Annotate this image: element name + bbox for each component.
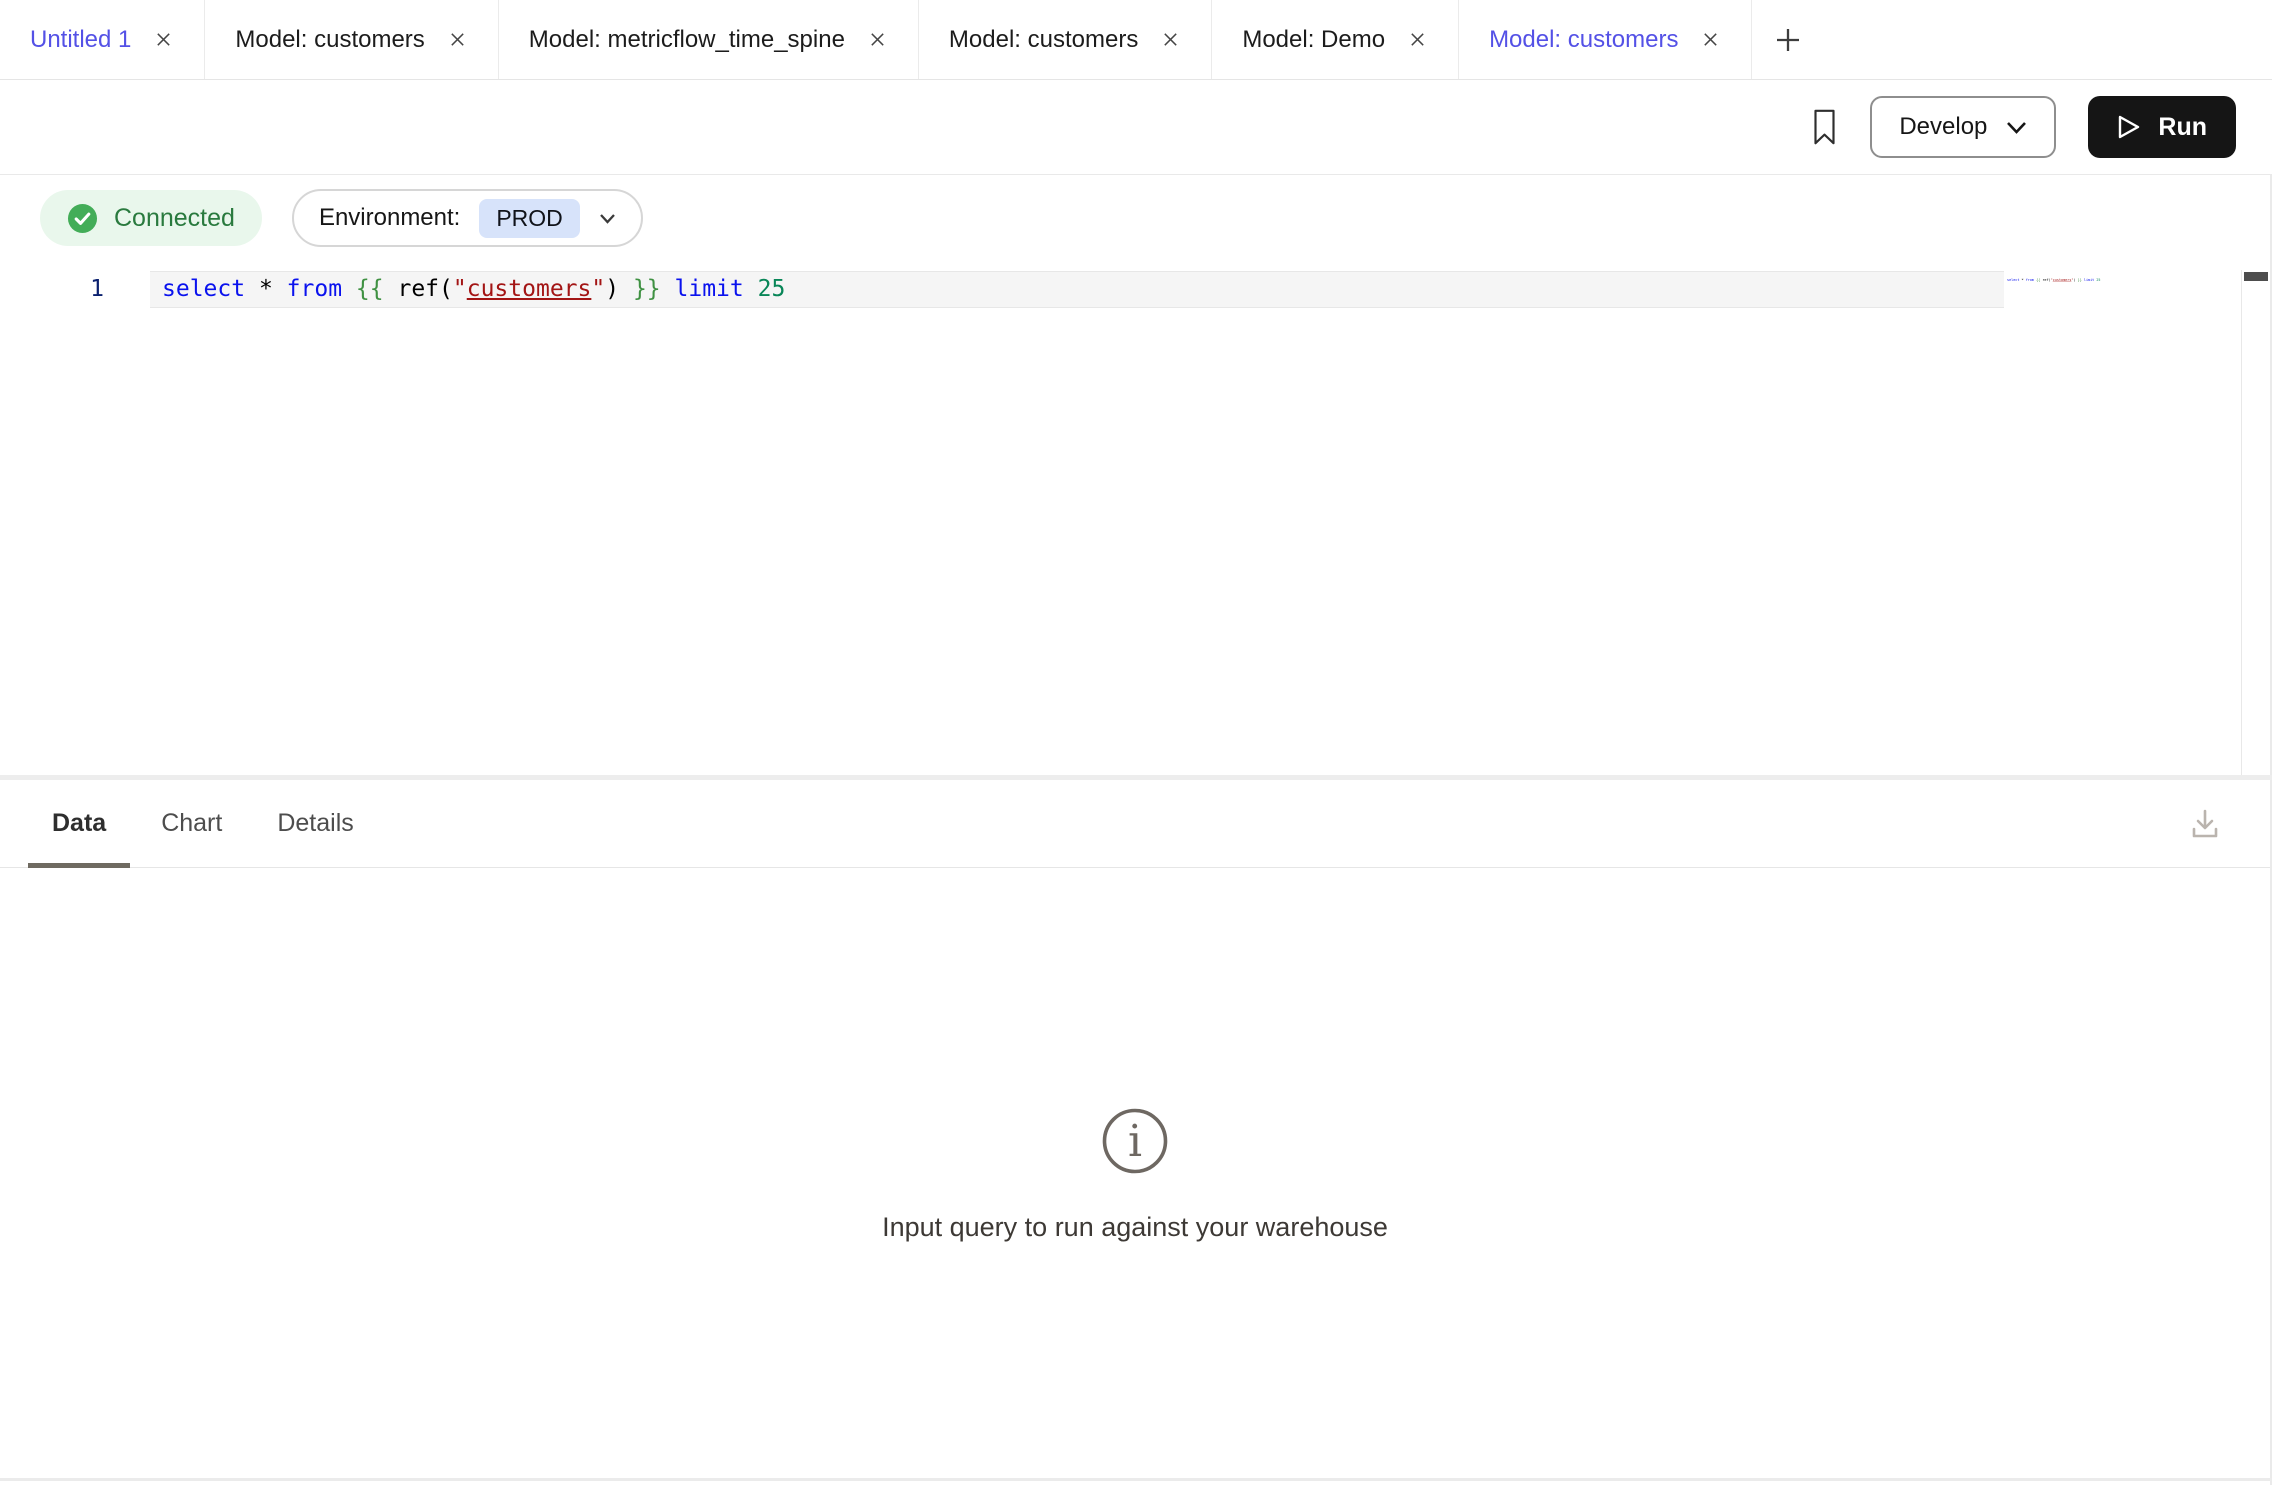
close-icon[interactable] [447,29,468,50]
svg-text:i: i [1128,1116,1142,1167]
toolbar: Develop Run [0,80,2272,175]
develop-button-label: Develop [1899,113,1987,141]
environment-label: Environment: [319,204,460,232]
line-number: 1 [90,276,104,302]
run-button-label: Run [2158,113,2207,142]
tab-label: Model: customers [949,26,1138,54]
bottom-divider [0,1478,2272,1481]
develop-button[interactable]: Develop [1870,96,2056,158]
connection-status-label: Connected [114,204,235,233]
empty-state: i Input query to run against your wareho… [0,1106,2270,1243]
tab-label: Model: customers [1489,26,1678,54]
tab-label: Model: metricflow_time_spine [529,26,845,54]
editor-tab[interactable]: Untitled 1 [0,0,205,79]
close-icon[interactable] [867,29,888,50]
code-line[interactable]: select * from {{ ref("customers") }} lim… [150,271,2004,308]
code-editor[interactable]: 1 select * from {{ ref("customers") }} l… [0,271,2270,308]
environment-badge: PROD [479,199,579,238]
results-tab-data[interactable]: Data [28,780,130,867]
tab-label: Untitled 1 [30,26,131,54]
minimap[interactable]: select * from {{ ref("customers") }} lim… [2007,270,2100,290]
results-tab-label: Chart [161,809,222,838]
connection-status-badge: Connected [40,190,262,246]
close-icon[interactable] [1407,29,1428,50]
download-icon [2186,806,2224,842]
editor-tab[interactable]: Model: customers [205,0,498,79]
line-number-gutter: 1 [0,271,150,308]
tab-label: Model: Demo [1242,26,1385,54]
results-tab-chart[interactable]: Chart [137,780,246,867]
results-tab-bar: Data Chart Details [0,780,2270,868]
results-tab-label: Details [277,809,353,838]
bookmark-button[interactable] [1811,107,1838,147]
check-circle-icon [67,203,98,234]
info-icon: i [1100,1106,1170,1176]
status-row: Connected Environment: PROD [0,175,2270,247]
tab-bar: Untitled 1 Model: customers Model: metri… [0,0,2272,80]
ide-window: Untitled 1 Model: customers Model: metri… [0,0,2272,1486]
run-button[interactable]: Run [2088,96,2236,158]
empty-state-message: Input query to run against your warehous… [882,1212,1388,1243]
results-tab-list: Data Chart Details [28,780,385,867]
scrollbar-thumb[interactable] [2244,272,2268,281]
environment-selector[interactable]: Environment: PROD [292,189,643,247]
editor-tab[interactable]: Model: customers [1459,0,1752,79]
results-tab-label: Data [52,809,106,838]
editor-tab[interactable]: Model: metricflow_time_spine [499,0,919,79]
results-tab-details[interactable]: Details [253,780,377,867]
bookmark-icon [1811,107,1838,147]
new-tab-button[interactable] [1752,0,1824,79]
editor-scrollbar[interactable] [2241,270,2270,775]
results-panel: Data Chart Details i Input query to run … [0,780,2272,1485]
chevron-down-icon [599,213,616,224]
download-button[interactable] [2186,806,2224,842]
close-icon[interactable] [1160,29,1181,50]
tab-label: Model: customers [235,26,424,54]
chevron-down-icon [2006,121,2027,134]
close-icon[interactable] [153,29,174,50]
plus-icon [1772,24,1804,56]
play-icon [2117,114,2141,140]
close-icon[interactable] [1700,29,1721,50]
minimap-line: select * from {{ ref("customers") }} lim… [2007,278,2100,282]
active-line-highlight: select * from {{ ref("customers") }} lim… [150,271,2004,308]
editor-tab[interactable]: Model: customers [919,0,1212,79]
editor-region: Connected Environment: PROD 1 select * f… [0,175,2272,775]
editor-tab[interactable]: Model: Demo [1212,0,1459,79]
